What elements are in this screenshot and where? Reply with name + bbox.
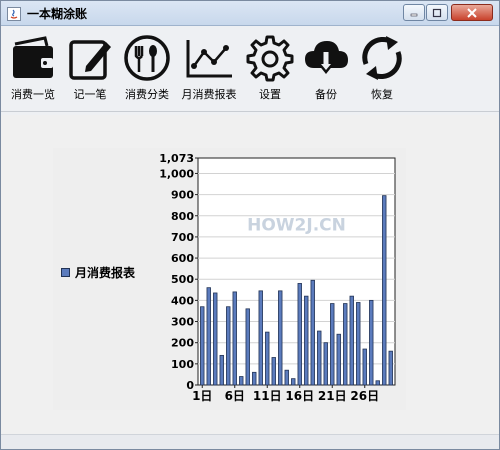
- chart-panel: 月消费报表 HOW2J.CN 0 100 200 300 400 500 600 700 800 9…: [53, 148, 406, 410]
- toolbar-label: 恢复: [371, 88, 393, 101]
- toolbar-button-backup[interactable]: 备份: [301, 34, 351, 102]
- edit-icon: [69, 40, 111, 80]
- utensils-icon: [124, 35, 170, 81]
- toolbar: 消费一览 记一笔 消费分类 月消费报表 设置 备份 恢复: [1, 26, 499, 108]
- x-tick-label: 16日: [285, 389, 314, 403]
- bar: [226, 306, 231, 386]
- bar: [388, 350, 393, 386]
- bar: [200, 306, 205, 386]
- app-window: 一本糊涂账 消费一览 记一笔 消费分类 月消费报表 设置 备份 恢复 月消费报表…: [0, 0, 500, 450]
- y-tick-label: 1,000: [159, 167, 194, 180]
- bar: [239, 376, 244, 386]
- toolbar-button-monthly-report[interactable]: 月消费报表: [177, 34, 241, 102]
- toolbar-label: 备份: [315, 88, 337, 101]
- bar: [297, 283, 302, 386]
- bar: [382, 195, 387, 386]
- x-tick-label: 26日: [350, 389, 379, 403]
- bar: [219, 354, 224, 386]
- toolbar-button-add-record[interactable]: 记一笔: [64, 34, 116, 102]
- bar: [291, 378, 296, 386]
- y-tick-label: 900: [171, 189, 194, 202]
- bar: [317, 330, 322, 386]
- x-tick-label: 21日: [318, 389, 347, 403]
- window-title: 一本糊涂账: [27, 7, 88, 21]
- bar: [330, 303, 335, 386]
- report-panel: 月消费报表 HOW2J.CN 0 100 200 300 400 500 600 700 800 9…: [1, 115, 499, 449]
- bar-chart: HOW2J.CN01002003004005006007008009001,00…: [159, 152, 396, 403]
- toolbar-button-expense-category[interactable]: 消费分类: [119, 34, 175, 102]
- bar: [310, 279, 315, 386]
- wallet-icon: [13, 36, 53, 78]
- bar: [375, 380, 380, 386]
- maximize-button[interactable]: [426, 4, 448, 21]
- bar: [245, 308, 250, 386]
- close-button[interactable]: [451, 4, 493, 21]
- bar: [278, 290, 283, 386]
- toolbar-button-settings[interactable]: 设置: [245, 34, 295, 102]
- bar: [336, 333, 341, 386]
- bar: [271, 357, 276, 386]
- bar: [258, 290, 263, 386]
- y-tick-label: 100: [171, 358, 194, 371]
- y-tick-label: 1,073: [159, 152, 194, 165]
- bar: [323, 342, 328, 386]
- toolbar-label: 消费分类: [125, 88, 169, 101]
- y-tick-label: 200: [171, 337, 194, 350]
- bar: [232, 291, 237, 386]
- y-tick-label: 300: [171, 316, 194, 329]
- line-chart-icon: [186, 40, 232, 78]
- bar: [265, 331, 270, 386]
- bar: [356, 302, 361, 386]
- gear-icon: [246, 35, 294, 82]
- y-tick-label: 400: [171, 294, 194, 307]
- bar: [206, 287, 211, 386]
- title-bar[interactable]: 一本糊涂账: [1, 1, 499, 26]
- refresh-icon: [362, 36, 402, 80]
- y-tick-label: 500: [171, 273, 194, 286]
- y-tick-label: 800: [171, 210, 194, 223]
- bar: [252, 371, 257, 386]
- minimize-button[interactable]: [403, 4, 425, 21]
- status-strip: [1, 434, 499, 449]
- bar: [349, 295, 354, 386]
- y-tick-label: 700: [171, 231, 194, 244]
- bar: [213, 292, 218, 386]
- toolbar-divider: [1, 111, 499, 112]
- x-tick-label: 1日: [192, 389, 212, 403]
- java-app-icon: [7, 6, 21, 21]
- y-tick-label: 600: [171, 252, 194, 265]
- bar: [362, 348, 367, 386]
- toolbar-button-restore[interactable]: 恢复: [357, 34, 407, 102]
- bar: [304, 295, 309, 386]
- bar: [343, 303, 348, 386]
- toolbar-label: 消费一览: [11, 88, 55, 101]
- toolbar-label: 设置: [259, 88, 281, 101]
- toolbar-button-expense-overview[interactable]: 消费一览: [7, 34, 59, 102]
- cloud-download-icon: [305, 41, 348, 74]
- bar: [369, 299, 374, 386]
- bar: [284, 369, 289, 386]
- toolbar-label: 月消费报表: [181, 88, 237, 101]
- watermark-text: HOW2J.CN: [247, 216, 346, 236]
- x-tick-label: 11日: [253, 389, 282, 403]
- x-tick-label: 6日: [225, 389, 245, 403]
- toolbar-label: 记一笔: [73, 88, 107, 101]
- close-icon: [467, 7, 477, 18]
